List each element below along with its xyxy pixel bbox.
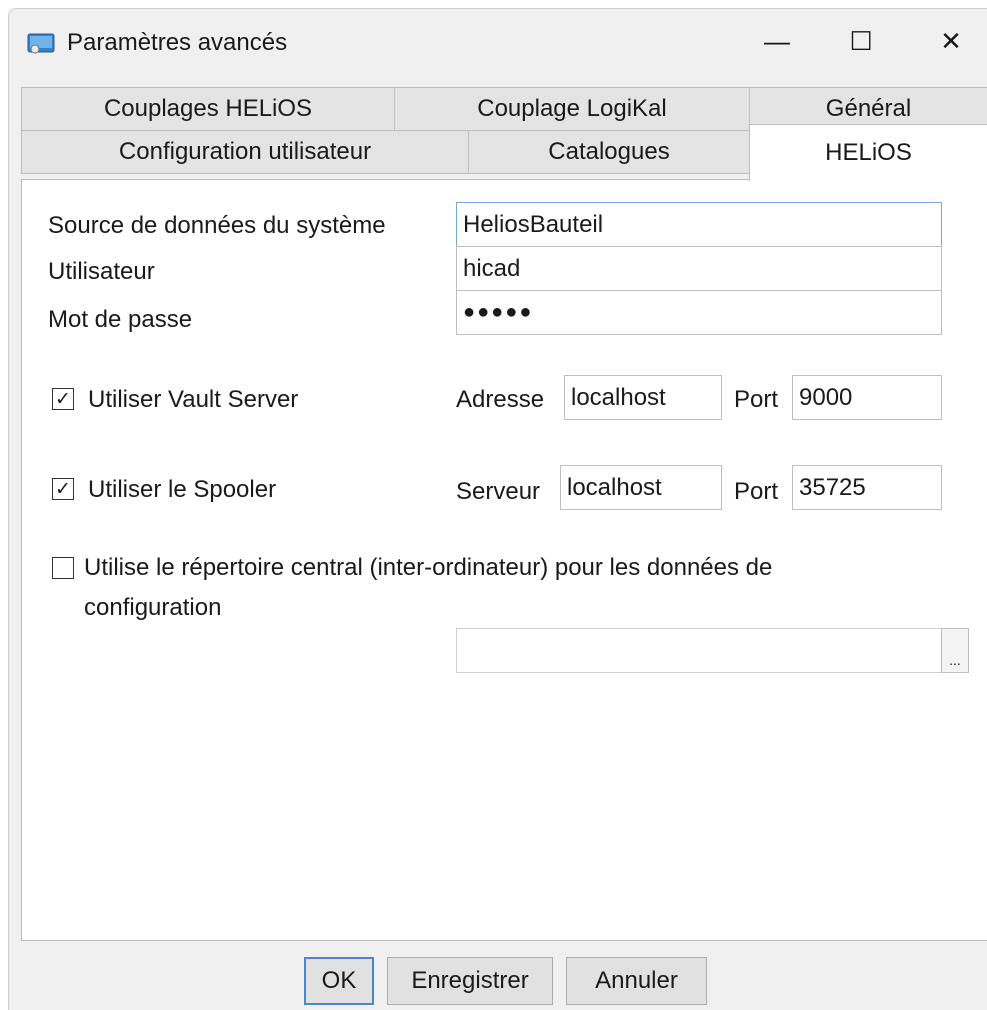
browse-button[interactable]: ... — [941, 628, 969, 673]
minimize-button[interactable]: — — [747, 21, 807, 61]
vault-port-field[interactable]: 9000 — [792, 375, 942, 420]
tab-configuration-utilisateur[interactable]: Configuration utilisateur — [21, 130, 469, 174]
central-dir-path-field[interactable] — [456, 628, 942, 673]
close-button[interactable]: ✕ — [921, 21, 981, 61]
vault-address-field[interactable]: localhost — [564, 375, 722, 420]
vault-port-label: Port — [734, 386, 779, 413]
spooler-checkbox-label[interactable]: Utiliser le Spooler — [88, 476, 276, 504]
datasource-label: Source de données du système — [48, 212, 386, 239]
spooler-server-label: Serveur — [456, 478, 541, 505]
cancel-button[interactable]: Annuler — [566, 957, 707, 1005]
vault-checkbox[interactable]: ✓ — [52, 388, 74, 410]
tab-helios[interactable]: HELiOS — [749, 124, 987, 181]
tab-couplage-logikal[interactable]: Couplage LogiKal — [394, 87, 750, 131]
minimize-icon: — — [764, 25, 790, 56]
spooler-port-field[interactable]: 35725 — [792, 465, 942, 510]
central-dir-checkbox[interactable] — [52, 557, 74, 579]
spooler-checkbox[interactable]: ✓ — [52, 478, 74, 500]
check-icon: ✓ — [55, 388, 71, 410]
user-label: Utilisateur — [48, 258, 155, 285]
vault-checkbox-label[interactable]: Utiliser Vault Server — [88, 386, 298, 414]
tab-couplages-helios[interactable]: Couplages HELiOS — [21, 87, 395, 131]
maximize-icon: ☐ — [849, 25, 873, 56]
spooler-server-field[interactable]: localhost — [560, 465, 722, 510]
central-dir-label-line2[interactable]: configuration — [84, 594, 221, 622]
check-icon: ✓ — [55, 478, 71, 500]
close-icon: ✕ — [940, 25, 962, 56]
datasource-field[interactable]: HeliosBauteil — [456, 202, 942, 247]
central-dir-label-line1[interactable]: Utilise le répertoire central (inter-ord… — [84, 554, 772, 582]
app-window-icon — [27, 33, 55, 54]
vault-address-label: Adresse — [456, 386, 545, 413]
user-field[interactable]: hicad — [456, 246, 942, 291]
maximize-button[interactable]: ☐ — [831, 21, 891, 61]
save-button[interactable]: Enregistrer — [387, 957, 553, 1005]
helios-tab-panel: Source de données du système HeliosBaute… — [21, 179, 987, 941]
tab-catalogues[interactable]: Catalogues — [468, 130, 750, 174]
settings-window: Paramètres avancés — ☐ ✕ Couplages HELiO… — [8, 8, 987, 1010]
ok-button[interactable]: OK — [304, 957, 374, 1005]
password-field[interactable]: ●●●●● — [456, 290, 942, 335]
spooler-port-label: Port — [734, 478, 779, 505]
window-title: Paramètres avancés — [67, 29, 288, 56]
title-bar: Paramètres avancés — ☐ ✕ — [9, 9, 987, 75]
password-label: Mot de passe — [48, 306, 193, 333]
